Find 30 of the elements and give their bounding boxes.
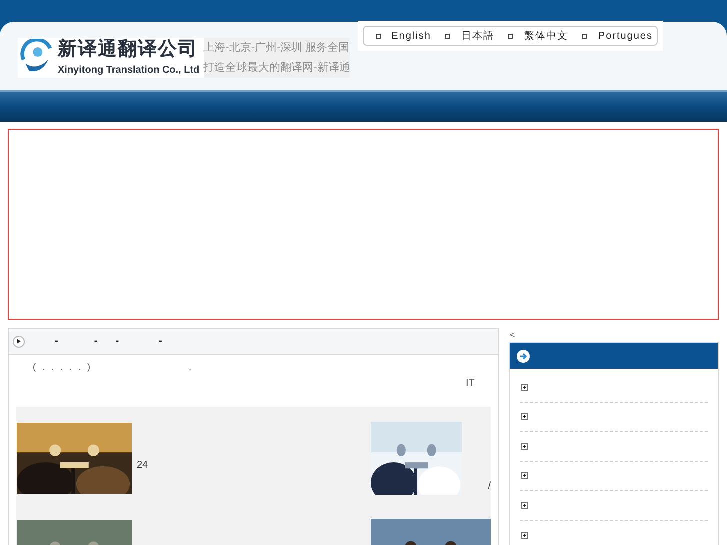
square-bullet-icon [508, 34, 514, 38]
plus-box-icon[interactable] [521, 472, 528, 480]
plus-box-icon[interactable] [521, 384, 528, 391]
plus-box-icon[interactable] [521, 532, 528, 539]
square-bullet-icon [445, 34, 450, 38]
title-mark: - [55, 335, 58, 349]
top-mark: < [509, 329, 516, 342]
title-mark: - [94, 335, 98, 349]
intro-text: ( . . . . . ) [33, 361, 92, 374]
plus-box-icon[interactable] [521, 413, 528, 420]
square-bullet-icon [376, 34, 381, 38]
intro-text: , [189, 361, 192, 374]
company-name: 新译通翻译公司 [58, 38, 199, 60]
language-link[interactable]: Portugues [598, 28, 653, 44]
company-english-name: Xinyitong Translation Co., Ltd [58, 64, 200, 78]
picture-caption: 24 [137, 459, 148, 473]
plus-box-icon[interactable] [521, 442, 528, 450]
picture-caption: / [488, 480, 491, 494]
play-icon [13, 336, 25, 348]
language-link[interactable]: 日本語 [461, 28, 494, 44]
tagline: 上海-北京-广州-深圳 服务全国 [204, 40, 350, 56]
square-bullet-icon [582, 34, 588, 38]
title-mark: - [159, 335, 162, 349]
plus-box-icon[interactable] [521, 502, 528, 509]
arrow-icon [517, 350, 530, 362]
intro-text: IT [466, 377, 475, 391]
title-mark: - [116, 335, 120, 349]
language-link[interactable]: 繁体中文 [524, 28, 568, 44]
tagline: 打造全球最大的翻译网-新译通 [204, 60, 350, 76]
language-link[interactable]: English [392, 28, 432, 44]
